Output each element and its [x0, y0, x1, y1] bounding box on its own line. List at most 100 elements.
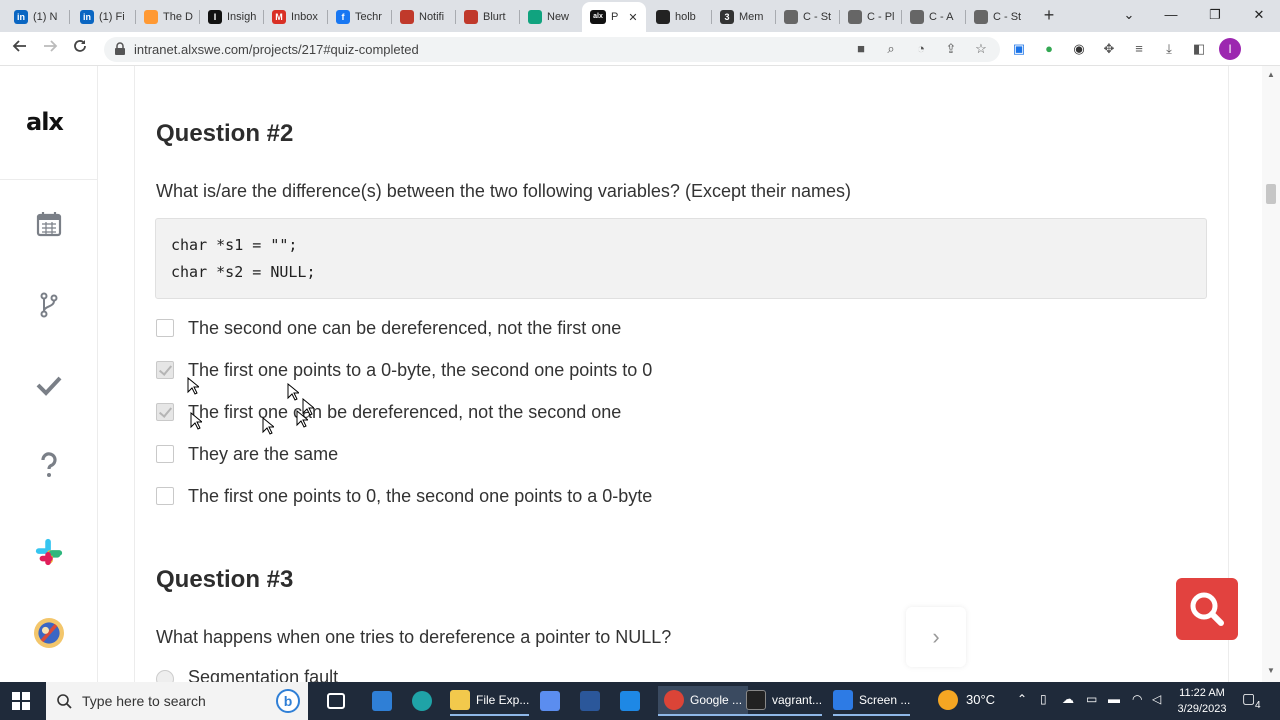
tray-display-icon[interactable]: ▭: [1086, 692, 1097, 706]
bookmark-star-icon[interactable]: ☆: [972, 40, 990, 58]
tab-favicon-icon: I: [208, 10, 222, 24]
browser-tab[interactable]: C - St: [776, 4, 838, 30]
browser-tab[interactable]: C - A: [902, 4, 964, 30]
taskbar-clock[interactable]: 11:22 AM 3/29/2023: [1172, 685, 1232, 717]
browser-tab[interactable]: 3 Mem: [712, 4, 774, 30]
next-arrow-button[interactable]: ›: [906, 607, 966, 667]
zoom-icon[interactable]: ⌕: [882, 40, 900, 58]
browser-tab[interactable]: C - Pl: [840, 4, 900, 30]
taskbar-app-label: Google ...: [690, 693, 743, 707]
word-icon[interactable]: [580, 686, 606, 716]
browser-tab[interactable]: in (1) N: [6, 4, 68, 30]
tab-favicon-icon: f: [336, 10, 350, 24]
answer-option[interactable]: The first one points to 0, the second on…: [156, 484, 652, 508]
question-3-text: What happens when one tries to dereferen…: [156, 627, 672, 647]
notification-center-icon[interactable]: ▢: [1242, 690, 1255, 707]
alx-logo[interactable]: alx: [26, 108, 64, 136]
scrollbar-thumb[interactable]: [1266, 184, 1276, 204]
user-avatar[interactable]: [34, 618, 64, 648]
browser-tab[interactable]: Notifi: [392, 4, 454, 30]
answer-checkbox[interactable]: [156, 319, 174, 337]
answer-option[interactable]: The second one can be dereferenced, not …: [156, 316, 621, 340]
tab-label: Inbox: [291, 11, 318, 23]
task-view-icon[interactable]: [327, 686, 351, 716]
weather-icon[interactable]: [938, 690, 958, 710]
extensions-puzzle-icon[interactable]: ✥: [1100, 40, 1118, 58]
minimize-button[interactable]: —: [1156, 4, 1186, 26]
browser-tab[interactable]: in (1) Fi: [72, 4, 134, 30]
answer-checkbox[interactable]: [156, 445, 174, 463]
tab-favicon-icon: in: [80, 10, 94, 24]
browser-tab[interactable]: I Insigh: [200, 4, 262, 30]
tab-label: C - Pl: [867, 11, 895, 23]
scroll-down-icon[interactable]: ▼: [1267, 666, 1275, 675]
answer-checkbox[interactable]: [156, 487, 174, 505]
side-panel-icon[interactable]: ◧: [1190, 40, 1208, 58]
tab-active[interactable]: alx P ✕: [582, 2, 646, 32]
new-tab-button[interactable]: +: [1039, 5, 1059, 25]
scroll-up-icon[interactable]: ▲: [1267, 70, 1275, 79]
browser-tab[interactable]: C - St: [966, 4, 1028, 30]
taskbar-file-explorer[interactable]: File Exp...: [450, 686, 530, 716]
close-tab-icon[interactable]: ✕: [628, 11, 637, 24]
taskbar-search-box[interactable]: Type here to search b: [46, 682, 308, 720]
tray-chevron-icon[interactable]: ⌃: [1017, 692, 1027, 706]
code-block: char *s1 = ""; char *s2 = NULL;: [155, 218, 1207, 299]
browser-tab[interactable]: The D: [136, 4, 198, 30]
close-window-button[interactable]: ✕: [1244, 4, 1274, 26]
page-scrollbar[interactable]: ▲ ▼: [1262, 66, 1280, 682]
bing-icon[interactable]: b: [276, 689, 300, 713]
tab-label: P: [611, 11, 619, 23]
tab-label: Blurt: [483, 11, 506, 23]
share-icon[interactable]: ⇪: [942, 40, 960, 58]
help-question-icon[interactable]: [34, 450, 64, 480]
answer-option[interactable]: They are the same: [156, 442, 338, 466]
checkmark-icon[interactable]: [34, 370, 64, 400]
browser-tab[interactable]: M Inbox: [264, 4, 326, 30]
slack-icon[interactable]: [34, 537, 64, 567]
wifi-icon[interactable]: ◠: [1132, 692, 1142, 706]
maximize-button[interactable]: ❐: [1200, 4, 1230, 26]
taskbar-vagrant-terminal[interactable]: vagrant...: [746, 686, 823, 716]
tray-app-icon[interactable]: ▯: [1040, 692, 1047, 706]
taskbar-screen-recorder[interactable]: Screen ...: [833, 686, 911, 716]
camera-icon[interactable]: ■: [852, 40, 870, 58]
git-branch-icon[interactable]: [34, 290, 64, 320]
edge-icon[interactable]: [412, 686, 438, 716]
taskbar-google-chrome[interactable]: Google ...: [658, 686, 749, 716]
answer-option[interactable]: The first one points to a 0-byte, the se…: [156, 358, 652, 382]
extension-grammar-icon[interactable]: ●: [1040, 40, 1058, 58]
mouse-cursor-icon: [296, 410, 308, 428]
download-icon[interactable]: ⤓: [1160, 40, 1178, 58]
search-button[interactable]: [1176, 578, 1238, 640]
browser-tab[interactable]: New: [520, 4, 580, 30]
tab-label: Mem: [739, 11, 764, 23]
vscode-icon[interactable]: [620, 686, 646, 716]
taskbar-search-placeholder: Type here to search: [82, 693, 206, 709]
store-icon[interactable]: [540, 686, 566, 716]
forward-icon[interactable]: [39, 38, 61, 60]
back-icon[interactable]: [9, 38, 31, 60]
extension-record-icon[interactable]: ◉: [1070, 40, 1088, 58]
extension-screen-icon[interactable]: ▣: [1010, 40, 1028, 58]
mail-icon[interactable]: [372, 686, 398, 716]
browser-tab[interactable]: f Techr: [328, 4, 390, 30]
weather-temperature[interactable]: 30°C: [966, 692, 995, 707]
reload-icon[interactable]: [69, 38, 91, 60]
answer-label: They are the same: [188, 443, 339, 464]
tab-label: (1) N: [33, 11, 58, 23]
browser-tab[interactable]: holb: [648, 4, 710, 30]
volume-icon[interactable]: ◁: [1152, 692, 1161, 706]
answer-checkbox[interactable]: [156, 361, 174, 379]
profile-avatar[interactable]: I: [1219, 38, 1241, 60]
answer-option[interactable]: The first one can be dereferenced, not t…: [156, 400, 621, 424]
reading-list-icon[interactable]: ≡: [1130, 40, 1148, 58]
windows-start-icon[interactable]: [12, 692, 30, 710]
battery-icon[interactable]: ▬: [1108, 692, 1120, 706]
browser-tab[interactable]: Blurt: [456, 4, 518, 30]
performance-icon[interactable]: ◔: [912, 40, 930, 58]
tray-cloud-icon[interactable]: ☁: [1062, 692, 1074, 706]
calendar-icon[interactable]: [34, 209, 64, 239]
answer-checkbox[interactable]: [156, 403, 174, 421]
tab-search-dropdown-icon[interactable]: ⌄: [1114, 4, 1144, 26]
